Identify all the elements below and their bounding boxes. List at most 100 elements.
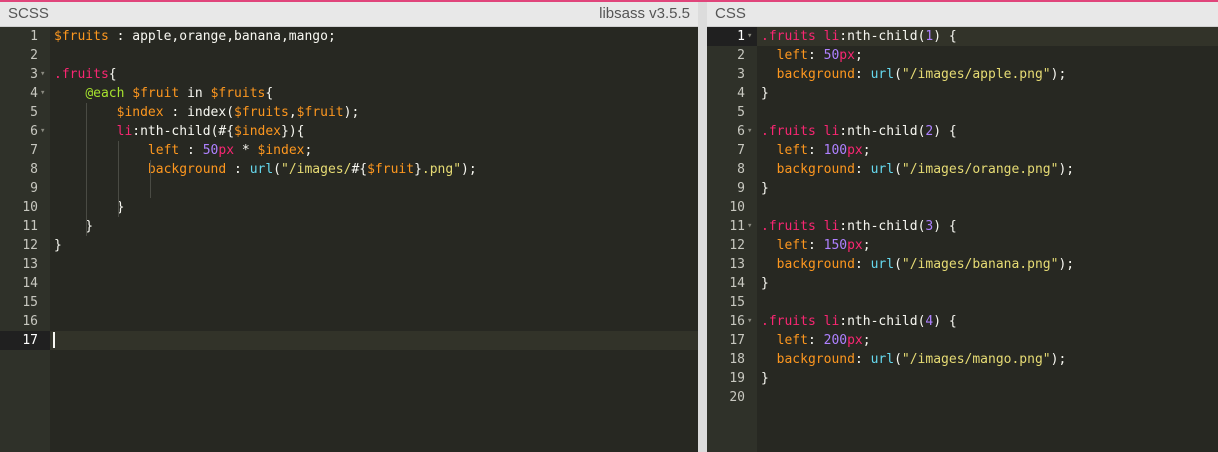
css-code-line[interactable]: 7 left: 100px;: [707, 141, 1218, 160]
scss-code-text: }: [54, 200, 125, 215]
css-code-line[interactable]: 3 background: url("/images/apple.png");: [707, 65, 1218, 84]
scss-line-number: 6 ▾: [0, 122, 50, 141]
scss-code-line[interactable]: 14: [0, 274, 698, 293]
css-code-text: .fruits li:nth-child(4) {: [761, 314, 957, 329]
scss-code-line[interactable]: 2: [0, 46, 698, 65]
scss-code-line[interactable]: 13: [0, 255, 698, 274]
scss-code-line[interactable]: 12}: [0, 236, 698, 255]
css-code-text: left: 200px;: [776, 333, 871, 348]
line-number-text: 14: [22, 276, 38, 291]
css-code-line[interactable]: 15: [707, 293, 1218, 312]
scss-code-line[interactable]: 4 ▾ @each $fruit in $fruits{: [0, 84, 698, 103]
line-number-text: 3: [737, 67, 745, 82]
scss-line-number: 2: [0, 46, 50, 65]
line-number-text: 2: [30, 48, 38, 63]
css-editor[interactable]: 1 ▾ .fruits li:nth-child(1) {2 left: 50px;…: [707, 27, 1218, 452]
scss-code-line[interactable]: 6 ▾ li:nth-child(#{$index}){: [0, 122, 698, 141]
css-code-line[interactable]: 17 left: 200px;: [707, 331, 1218, 350]
css-code-line[interactable]: 11 ▾ .fruits li:nth-child(3) {: [707, 217, 1218, 236]
scss-code-text: }: [54, 219, 94, 234]
scss-code-line[interactable]: 5 $index : index($fruits,$fruit);: [0, 103, 698, 122]
line-number-text: 17: [22, 333, 38, 348]
scss-line-number: 7: [0, 141, 50, 160]
css-line-number: 20: [707, 388, 757, 407]
line-number-text: 4: [737, 86, 745, 101]
scss-line-number: 8: [0, 160, 50, 179]
css-line-number: 10: [707, 198, 757, 217]
css-line-number: 15: [707, 293, 757, 312]
scss-code-line[interactable]: 8 background : url("/images/#{$fruit}.pn…: [0, 160, 698, 179]
css-line-number: 4: [707, 84, 757, 103]
css-pane-header: CSS: [707, 2, 1218, 27]
scss-line-number: 1: [0, 27, 50, 46]
pane-divider-handle[interactable]: [698, 2, 707, 452]
css-code-text: background: url("/images/banana.png");: [776, 257, 1075, 272]
scss-line-number: 11: [0, 217, 50, 236]
line-number-text: 12: [22, 238, 38, 253]
css-line-number: 13: [707, 255, 757, 274]
css-line-number: 7: [707, 141, 757, 160]
chevron-down-icon[interactable]: ▾: [40, 85, 45, 102]
compiler-version-label[interactable]: libsass v3.5.5: [599, 5, 690, 22]
css-pane: CSS 1 ▾ .fruits li:nth-child(1) {2 left: 5…: [707, 2, 1218, 452]
line-number-text: 7: [30, 143, 38, 158]
chevron-down-icon[interactable]: ▾: [40, 123, 45, 140]
css-code-line[interactable]: 20: [707, 388, 1218, 407]
css-code-line[interactable]: 12 left: 150px;: [707, 236, 1218, 255]
chevron-down-icon[interactable]: ▾: [747, 123, 752, 140]
line-number-text: 11: [729, 219, 745, 234]
css-line-number: 5: [707, 103, 757, 122]
scss-pane-title: SCSS: [8, 5, 49, 22]
chevron-down-icon[interactable]: ▾: [747, 28, 752, 45]
scss-code-text: @each $fruit in $fruits{: [85, 86, 274, 101]
scss-pane-header: SCSS libsass v3.5.5: [0, 2, 698, 27]
scss-code-line[interactable]: 1 $fruits : apple,orange,banana,mango;: [0, 27, 698, 46]
chevron-down-icon[interactable]: ▾: [747, 313, 752, 330]
line-number-text: 6: [30, 124, 38, 139]
scss-code-line[interactable]: 7 left : 50px * $index;: [0, 141, 698, 160]
line-number-text: 13: [22, 257, 38, 272]
scss-code-line[interactable]: 3 ▾ .fruits{: [0, 65, 698, 84]
css-code-line[interactable]: 9}: [707, 179, 1218, 198]
css-code-line[interactable]: 18 background: url("/images/mango.png");: [707, 350, 1218, 369]
scss-code-line[interactable]: 16: [0, 312, 698, 331]
css-line-number: 1 ▾: [707, 27, 757, 46]
scss-code-line[interactable]: 11 }: [0, 217, 698, 236]
css-code-line[interactable]: 10: [707, 198, 1218, 217]
css-code-line[interactable]: 19}: [707, 369, 1218, 388]
css-code-line[interactable]: 6 ▾ .fruits li:nth-child(2) {: [707, 122, 1218, 141]
chevron-down-icon[interactable]: ▾: [747, 218, 752, 235]
scss-line-number: 14: [0, 274, 50, 293]
scss-line-number: 12: [0, 236, 50, 255]
scss-code-line[interactable]: 15: [0, 293, 698, 312]
css-code-line[interactable]: 5: [707, 103, 1218, 122]
css-line-number: 14: [707, 274, 757, 293]
chevron-down-icon[interactable]: ▾: [40, 66, 45, 83]
scss-code-line[interactable]: 9: [0, 179, 698, 198]
scss-line-number: 17: [0, 331, 50, 350]
css-code-line[interactable]: 1 ▾ .fruits li:nth-child(1) {: [707, 27, 1218, 46]
css-line-number: 11 ▾: [707, 217, 757, 236]
css-code-line[interactable]: 4}: [707, 84, 1218, 103]
line-number-text: 9: [30, 181, 38, 196]
line-number-text: 15: [729, 295, 745, 310]
scss-line-number: 5: [0, 103, 50, 122]
css-line-number: 2: [707, 46, 757, 65]
css-line-number: 16 ▾: [707, 312, 757, 331]
css-line-number: 6 ▾: [707, 122, 757, 141]
css-code-text: left: 100px;: [776, 143, 871, 158]
scss-code-text: .fruits{: [54, 67, 117, 82]
line-number-text: 12: [729, 238, 745, 253]
css-code-text: }: [761, 276, 769, 291]
scss-editor[interactable]: 1 $fruits : apple,orange,banana,mango; 2 3 ▾…: [0, 27, 698, 452]
css-code-text: .fruits li:nth-child(3) {: [761, 219, 957, 234]
css-code-line[interactable]: 14}: [707, 274, 1218, 293]
css-code-line[interactable]: 8 background: url("/images/orange.png");: [707, 160, 1218, 179]
css-line-number: 9: [707, 179, 757, 198]
scss-pane: SCSS libsass v3.5.5 1 $fruits : apple,ora…: [0, 2, 698, 452]
css-code-line[interactable]: 16 ▾ .fruits li:nth-child(4) {: [707, 312, 1218, 331]
css-code-line[interactable]: 13 background: url("/images/banana.png")…: [707, 255, 1218, 274]
scss-code-line[interactable]: 10 }: [0, 198, 698, 217]
scss-code-line[interactable]: 17: [0, 331, 698, 350]
css-code-line[interactable]: 2 left: 50px;: [707, 46, 1218, 65]
